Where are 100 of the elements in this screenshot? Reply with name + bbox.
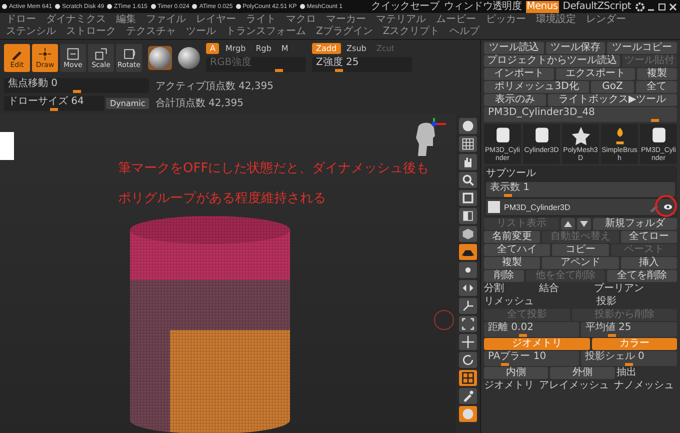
square-icon[interactable] <box>459 190 477 206</box>
panel-button[interactable]: 全てハイ <box>484 244 550 256</box>
menu-item[interactable]: ライト <box>246 14 276 26</box>
brush-icon[interactable] <box>459 388 477 404</box>
panel-button[interactable]: 全てを削除 <box>607 270 678 282</box>
panel-button[interactable]: 複製 <box>637 68 678 80</box>
panel-button[interactable]: 挿入 <box>620 257 677 269</box>
slider[interactable]: 投影シェル 0 <box>580 351 677 366</box>
top-bar-button[interactable]: クイックセーブ <box>370 0 440 12</box>
panel-button[interactable]: 表示のみ <box>484 94 546 106</box>
hand-icon[interactable] <box>459 154 477 170</box>
menu-item[interactable]: ストローク <box>66 26 116 38</box>
menu-item[interactable]: ツール <box>186 26 216 38</box>
slider[interactable]: PM3D_Cylinder3D_48 <box>484 107 677 122</box>
menu-item[interactable]: ファイル <box>146 14 186 26</box>
slider-thumb[interactable] <box>335 69 343 72</box>
move-icon[interactable] <box>459 334 477 350</box>
slider-thumb[interactable] <box>518 334 527 337</box>
panel-button[interactable]: アペンド <box>542 257 619 269</box>
grid-icon[interactable] <box>459 136 477 152</box>
section-title[interactable]: 結合 <box>539 283 592 295</box>
menu-item[interactable]: ヘルプ <box>450 26 480 38</box>
panel-button[interactable]: エクスポート <box>556 68 636 80</box>
panel-button[interactable]: ツールコピー <box>607 42 678 54</box>
section-title[interactable]: 投影 <box>596 296 677 308</box>
slider-thumb[interactable] <box>624 363 633 366</box>
slider[interactable]: 焦点移動 0 <box>4 78 150 93</box>
menu-item[interactable]: Zプラグイン <box>316 26 373 38</box>
magnifier-icon[interactable] <box>459 172 477 188</box>
star-icon[interactable] <box>570 125 592 147</box>
menu-item[interactable]: マクロ <box>286 14 316 26</box>
eye-icon[interactable] <box>663 202 673 212</box>
slider[interactable]: PAブラー 10 <box>484 351 579 366</box>
menu-item[interactable]: マーカー <box>326 14 366 26</box>
rotate-icon[interactable] <box>459 352 477 368</box>
panel-button[interactable]: ツール読込 <box>484 42 544 54</box>
section-title[interactable]: アレイメッシュ <box>539 380 612 392</box>
top-bar-button[interactable]: DefaultZScript <box>562 0 632 12</box>
section-title[interactable]: ジオメトリ <box>484 380 537 392</box>
arrow-down-icon[interactable] <box>576 218 590 230</box>
menu-item[interactable]: 編集 <box>116 14 136 26</box>
slider[interactable]: 表示数 1 <box>486 182 675 197</box>
cylinder-drawing[interactable] <box>130 216 290 433</box>
mode-button[interactable]: Rgb <box>252 43 276 54</box>
slider-thumb[interactable] <box>504 194 512 197</box>
panel-button[interactable]: 削除 <box>484 270 524 282</box>
section-title[interactable]: 分割 <box>484 283 537 295</box>
close-icon[interactable] <box>668 2 678 12</box>
material-swatch[interactable] <box>148 46 172 70</box>
menu-item[interactable]: ドロー <box>6 14 36 26</box>
dynamic-button[interactable]: Dynamic <box>106 98 150 109</box>
panel-button[interactable]: インポート <box>484 68 554 80</box>
panel-button[interactable]: 全て <box>636 81 677 93</box>
axes-icon[interactable] <box>459 298 477 314</box>
panel-button[interactable]: 名前変更 <box>484 231 540 243</box>
slider-thumb[interactable] <box>72 90 81 93</box>
panel-button[interactable]: 全てロー <box>620 231 677 243</box>
mirror-icon[interactable] <box>459 280 477 296</box>
menu-item[interactable]: 環境設定 <box>536 14 576 26</box>
slider[interactable]: 平均値 25 <box>581 322 678 337</box>
panel-button[interactable]: コピー <box>552 244 609 256</box>
menu-item[interactable]: ダイナミクス <box>46 14 106 26</box>
section-title[interactable]: ナノメッシュ <box>614 380 677 392</box>
section-title[interactable]: リメッシュ <box>484 296 594 308</box>
menu-item[interactable]: ステンシル <box>6 26 56 38</box>
slider-thumb[interactable] <box>608 334 616 337</box>
cube-icon[interactable] <box>459 226 477 242</box>
floor-icon[interactable] <box>459 244 477 260</box>
menu-item[interactable]: テクスチャ <box>126 26 176 38</box>
half-icon[interactable] <box>459 208 477 224</box>
section-title[interactable]: 抽出 <box>616 367 677 379</box>
panel-button[interactable]: 外側 <box>550 367 615 379</box>
menu-item[interactable]: トランスフォーム <box>226 26 306 38</box>
panel-button[interactable]: 内側 <box>484 367 548 379</box>
section-title[interactable]: サブツール <box>486 168 675 180</box>
poly-icon[interactable] <box>459 370 477 386</box>
menu-item[interactable]: レンダー <box>586 14 626 26</box>
mode-button[interactable]: Mrgb <box>221 43 250 54</box>
panel-button[interactable]: 新規フォルダ <box>592 218 677 230</box>
menu-item[interactable]: ピッカー <box>486 14 526 26</box>
slider-thumb[interactable] <box>501 363 510 366</box>
mode-button[interactable]: M <box>277 43 292 54</box>
panel-button[interactable]: GoZ <box>591 81 634 93</box>
texture-sphere[interactable] <box>178 46 200 68</box>
section-title[interactable]: ブーリアン <box>594 283 677 295</box>
gear-icon[interactable] <box>635 2 645 12</box>
maximize-icon[interactable] <box>657 2 667 12</box>
slider-thumb[interactable] <box>50 108 58 111</box>
panel-button[interactable]: プロジェクトからツール読込 <box>484 55 620 67</box>
mode-button[interactable]: Zsub <box>342 43 370 54</box>
panel-button[interactable]: ライトボックス▶ツール <box>548 94 678 106</box>
panel-button[interactable]: ツール保存 <box>546 42 606 54</box>
menu-item[interactable]: マテリアル <box>376 14 426 26</box>
slider[interactable]: 距離 0.02 <box>484 322 580 337</box>
slider[interactable]: ドローサイズ 64 <box>4 96 104 111</box>
slider-thumb[interactable] <box>650 119 658 122</box>
slider[interactable]: Z強度 25 <box>312 57 412 72</box>
menu-item[interactable]: ムービー <box>436 14 476 26</box>
panel-button[interactable]: ポリメッシュ3D化 <box>484 81 590 93</box>
panel-button[interactable]: 複製 <box>484 257 540 269</box>
